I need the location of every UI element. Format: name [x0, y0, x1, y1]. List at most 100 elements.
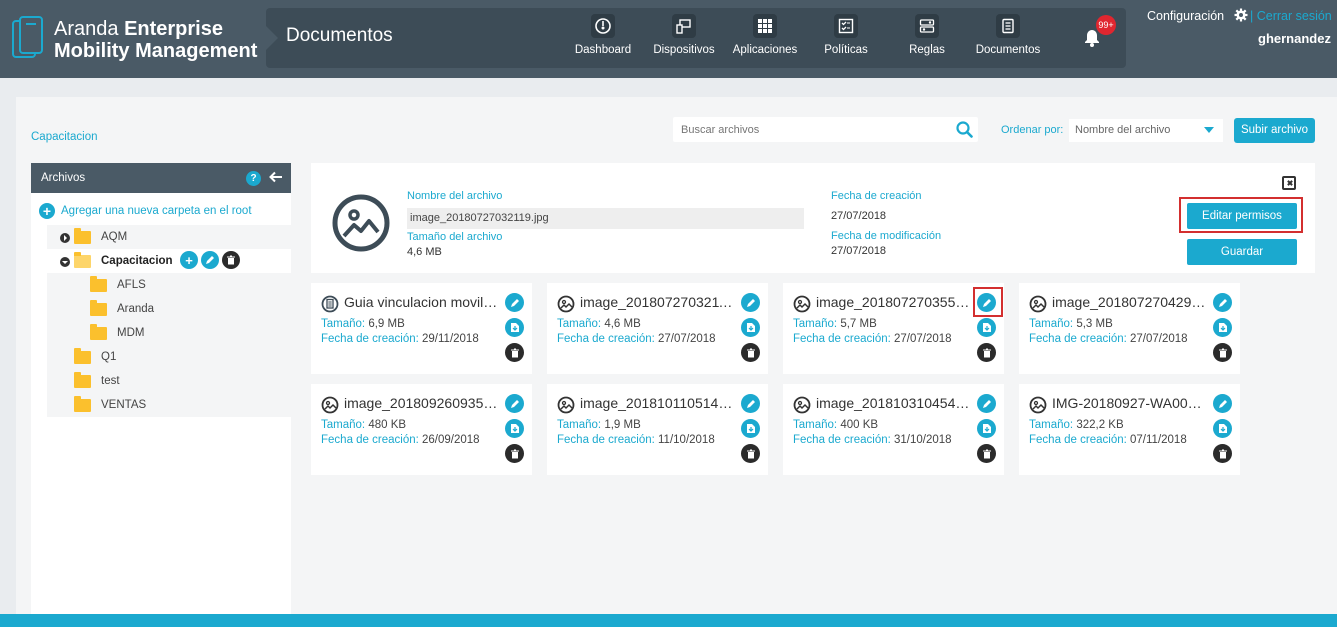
date-value: 27/07/2018 — [894, 333, 952, 345]
trash-icon[interactable] — [977, 444, 996, 463]
date-label: Fecha de creación: — [557, 434, 655, 446]
search-box — [673, 117, 978, 142]
trash-icon[interactable] — [222, 251, 240, 269]
devices-icon — [672, 14, 696, 38]
edit-icon[interactable] — [741, 394, 760, 413]
trash-icon[interactable] — [741, 444, 760, 463]
folder-icon — [90, 276, 107, 292]
size-label: Tamaño: — [793, 419, 838, 431]
help-icon[interactable]: ? — [246, 171, 261, 186]
search-input[interactable] — [673, 117, 943, 142]
save-button[interactable]: Guardar — [1187, 239, 1297, 265]
file-name-field[interactable]: image_20180727032119.jpg — [407, 208, 804, 229]
file-card[interactable]: image_2018101105142... Tamaño: 1,9 MB Fech… — [547, 384, 768, 475]
size-label: Tamaño: — [321, 318, 366, 330]
logout-link[interactable]: | Cerrar sesión — [1250, 9, 1332, 23]
date-label: Fecha de creación: — [321, 434, 419, 446]
file-size: Tamaño: 1,9 MB — [557, 419, 641, 431]
file-card[interactable]: image_2018072703555... Tamaño: 5,7 MB Fech… — [783, 283, 1004, 374]
file-name: image_2018072703211... — [580, 294, 736, 310]
file-date: Fecha de creación: 31/10/2018 — [793, 434, 952, 446]
chevron-right-icon[interactable] — [60, 233, 70, 243]
edit-permissions-button[interactable]: Editar permisos — [1187, 203, 1297, 229]
download-icon[interactable] — [741, 318, 760, 337]
tree-folder-ventas[interactable]: VENTAS — [47, 393, 291, 417]
file-date: Fecha de creación: 27/07/2018 — [793, 333, 952, 345]
edit-icon[interactable] — [1213, 394, 1232, 413]
file-card[interactable]: image_2018092609354... Tamaño: 480 KB Fech… — [311, 384, 532, 475]
created-label: Fecha de creación — [831, 190, 922, 202]
nav-dashboard[interactable]: Dashboard — [568, 14, 638, 64]
nav-label: Dashboard — [574, 44, 632, 56]
download-icon[interactable] — [1213, 318, 1232, 337]
file-card[interactable]: IMG-20180927-WA0006... Tamaño: 322,2 KB Fe… — [1019, 384, 1240, 475]
download-icon[interactable] — [977, 318, 996, 337]
chevron-down-icon[interactable] — [60, 257, 70, 267]
size-label: Tamaño: — [1029, 419, 1074, 431]
download-icon[interactable] — [977, 419, 996, 438]
order-label: Ordenar por: — [1001, 124, 1064, 136]
date-value: 07/11/2018 — [1130, 434, 1187, 446]
file-detail-panel: Nombre del archivo image_20180727032119.… — [311, 163, 1315, 273]
nav-dispositivos[interactable]: Dispositivos — [648, 14, 720, 64]
date-label: Fecha de creación: — [1029, 434, 1127, 446]
edit-icon[interactable] — [977, 394, 996, 413]
tree-folder-mdm[interactable]: MDM — [47, 321, 291, 345]
folder-tree: AQM Capacitacion + AFLS Aranda MDM Q1 te… — [47, 225, 291, 417]
file-card[interactable]: image_2018072703211... Tamaño: 4,6 MB Fech… — [547, 283, 768, 374]
tree-folder-test[interactable]: test — [47, 369, 291, 393]
add-subfolder-icon[interactable]: + — [180, 251, 198, 269]
file-size: Tamaño: 400 KB — [793, 419, 878, 431]
nav-label: Aplicaciones — [732, 44, 798, 56]
file-name-label: Nombre del archivo — [407, 190, 503, 202]
edit-folder-icon[interactable] — [201, 251, 219, 269]
file-size-label: Tamaño del archivo — [407, 231, 503, 243]
download-icon[interactable] — [505, 419, 524, 438]
edit-icon[interactable] — [741, 293, 760, 312]
size-value: 5,3 MB — [1076, 318, 1113, 330]
edit-icon[interactable] — [505, 394, 524, 413]
sidebar-header: Archivos ? — [31, 163, 291, 193]
file-card[interactable]: image_2018103104545... Tamaño: 400 KB Fech… — [783, 384, 1004, 475]
trash-icon[interactable] — [741, 343, 760, 362]
order-select[interactable]: Nombre del archivo — [1069, 119, 1223, 142]
tree-folder-aqm[interactable]: AQM — [47, 225, 291, 249]
tree-folder-afls[interactable]: AFLS — [47, 273, 291, 297]
trash-icon[interactable] — [505, 343, 524, 362]
download-icon[interactable] — [741, 419, 760, 438]
date-label: Fecha de creación: — [793, 434, 891, 446]
file-size: Tamaño: 480 KB — [321, 419, 406, 431]
edit-icon[interactable] — [1213, 293, 1232, 312]
tree-folder-q1[interactable]: Q1 — [47, 345, 291, 369]
add-root-folder[interactable]: + Agregar una nueva carpeta en el root — [39, 203, 252, 219]
tree-folder-aranda[interactable]: Aranda — [47, 297, 291, 321]
search-icon[interactable] — [956, 121, 973, 138]
size-label: Tamaño: — [1029, 318, 1074, 330]
nav-documentos[interactable]: Documentos — [972, 14, 1044, 64]
file-card[interactable]: image_2018072704291... Tamaño: 5,3 MB Fech… — [1019, 283, 1240, 374]
nav-aplicaciones[interactable]: Aplicaciones — [728, 14, 802, 64]
arrow-left-icon[interactable] — [268, 169, 284, 185]
edit-icon[interactable] — [505, 293, 524, 312]
gear-icon[interactable] — [1234, 8, 1248, 22]
download-icon[interactable] — [505, 318, 524, 337]
trash-icon[interactable] — [1213, 444, 1232, 463]
breadcrumb[interactable]: Capacitacion — [31, 131, 97, 143]
image-file-icon — [557, 396, 575, 417]
nav-label: Políticas — [824, 44, 868, 56]
upload-button[interactable]: Subir archivo — [1234, 118, 1315, 143]
nav-politicas[interactable]: Políticas — [816, 14, 876, 64]
trash-icon[interactable] — [1213, 343, 1232, 362]
download-icon[interactable] — [1213, 419, 1232, 438]
date-label: Fecha de creación: — [321, 333, 419, 345]
trash-icon[interactable] — [977, 343, 996, 362]
tree-label: MDM — [117, 327, 145, 339]
close-icon[interactable] — [1282, 176, 1296, 190]
tree-folder-capacitacion[interactable]: Capacitacion + — [47, 249, 291, 273]
footer-bar — [0, 614, 1337, 627]
policies-icon — [834, 14, 858, 38]
nav-reglas[interactable]: Reglas — [900, 14, 954, 64]
config-link[interactable]: Configuración — [1147, 9, 1224, 23]
trash-icon[interactable] — [505, 444, 524, 463]
file-card[interactable]: Guia vinculacion movile... Tamaño: 6,9 MB… — [311, 283, 532, 374]
